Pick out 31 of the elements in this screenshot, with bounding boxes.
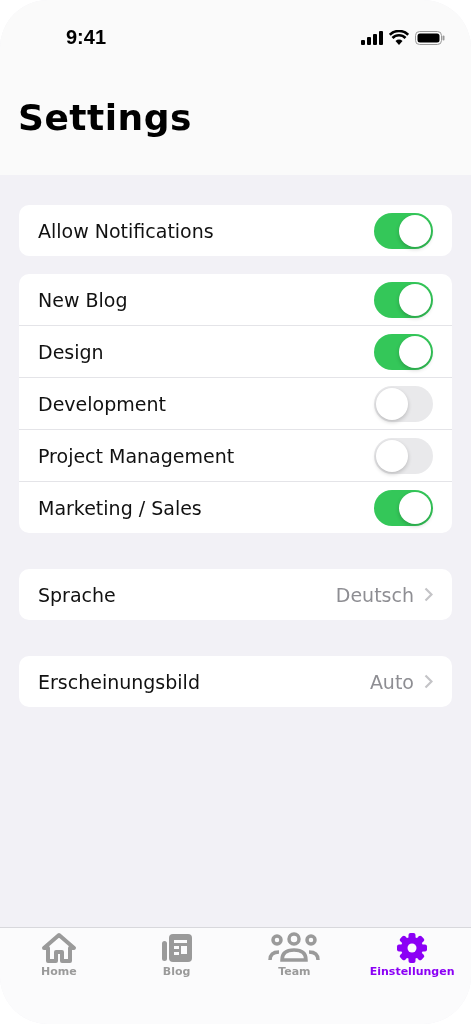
toggle-switch[interactable] (374, 212, 433, 249)
setting-value: Deutsch (335, 583, 414, 606)
setting-label: Project Management (38, 444, 235, 467)
team-icon (267, 932, 322, 964)
toggle-switch[interactable] (374, 281, 433, 318)
chevron-right-icon[interactable] (424, 674, 433, 689)
signal-icon (361, 30, 383, 45)
setting-label: Erscheinungsbild (38, 670, 200, 693)
setting-label: Design (38, 340, 104, 363)
newspaper-icon (159, 932, 194, 964)
toggle-switch[interactable] (374, 489, 433, 526)
toggle-switch[interactable] (374, 333, 433, 370)
wifi-icon (389, 30, 409, 45)
tab-bar-item[interactable]: Team (235, 932, 354, 988)
page-title: Settings (18, 97, 193, 138)
toggle-switch[interactable] (374, 437, 433, 474)
setting-label: Development (38, 392, 166, 415)
setting-value: Auto (369, 670, 414, 693)
home-icon (40, 932, 77, 964)
setting-label: Sprache (38, 583, 116, 606)
gear-icon (396, 932, 429, 964)
tab-bar-item[interactable]: Einstellungen (353, 932, 471, 988)
tab-bar-item[interactable]: Blog (117, 932, 236, 988)
setting-label: Allow Notifications (38, 219, 214, 242)
setting-label: Marketing / Sales (38, 496, 202, 519)
status-time: 9:41 (66, 26, 107, 49)
chevron-right-icon[interactable] (424, 587, 433, 602)
toggle-switch[interactable] (374, 385, 433, 422)
tab-bar-item[interactable]: Home (0, 932, 118, 988)
setting-label: New Blog (38, 288, 128, 311)
battery-icon (415, 30, 445, 45)
